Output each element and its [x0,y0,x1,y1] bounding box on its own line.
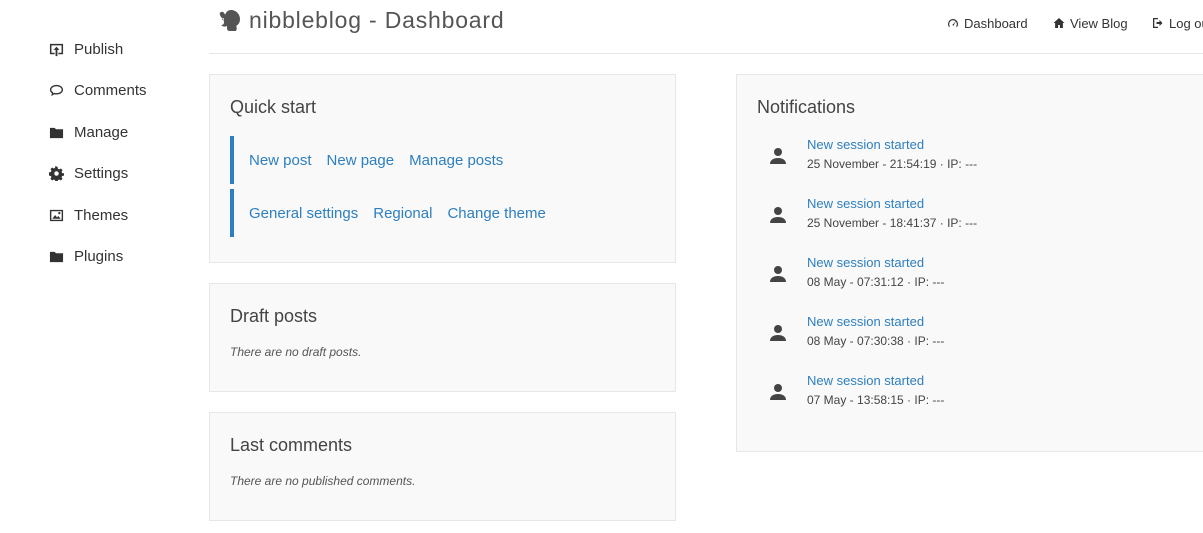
draft-posts-title: Draft posts [230,306,318,326]
quick-start-title: Quick start [230,97,317,117]
user-icon [767,145,789,167]
sidebar-item-comments[interactable]: Comments [48,78,147,102]
manage-posts-link[interactable]: Manage posts [409,152,503,169]
gear-icon [48,165,64,181]
page-title: nibbleblog - Dashboard [249,7,505,33]
nav-logout-label: Log ou [1169,15,1203,31]
home-icon [1053,18,1065,28]
notification-meta: 07 May - 13:58:15 · IP: --- [807,393,945,407]
notification-item: New session started 25 November - 21:54:… [757,137,1177,181]
nav-view-blog-label: View Blog [1070,15,1128,31]
notification-title-link[interactable]: New session started [807,314,924,329]
header: nibbleblog - Dashboard Dashboard View Bl… [209,0,1203,54]
last-comments-panel: Last comments There are no published com… [209,412,676,521]
user-icon [767,381,789,403]
notification-item: New session started 25 November - 18:41:… [757,196,1177,240]
squirrel-logo-icon [217,8,241,34]
notification-meta: 25 November - 21:54:19 · IP: --- [807,157,978,171]
change-theme-link[interactable]: Change theme [447,205,545,222]
gauge-icon [948,19,958,27]
sidebar-item-settings[interactable]: Settings [48,161,128,185]
sidebar-item-publish[interactable]: Publish [48,37,123,61]
new-post-link[interactable]: New post [249,152,312,169]
folder-icon [48,248,64,264]
quick-start-panel: Quick start New post New page Manage pos… [209,74,676,263]
user-icon [767,263,789,285]
publish-icon [48,41,64,57]
sidebar-item-plugins[interactable]: Plugins [48,244,123,268]
notification-title-link[interactable]: New session started [807,196,924,211]
sidebar-item-label: Plugins [74,247,124,265]
notification-title-link[interactable]: New session started [807,137,924,152]
draft-posts-panel: Draft posts There are no draft posts. [209,283,676,392]
nav-view-blog[interactable]: View Blog [1053,14,1128,32]
nav-dashboard[interactable]: Dashboard [947,14,1028,32]
notification-item: New session started 07 May - 13:58:15 · … [757,373,1177,417]
quick-start-row-settings: General settings Regional Change theme [230,189,561,237]
sidebar-item-label: Comments [74,81,147,99]
sidebar-item-themes[interactable]: Themes [48,203,128,227]
notification-meta: 08 May - 07:31:12 · IP: --- [807,275,945,289]
nav-logout[interactable]: Log ou [1152,14,1203,32]
notification-item: New session started 08 May - 07:30:38 · … [757,314,1177,358]
sidebar-item-label: Settings [74,164,129,182]
notifications-panel: Notifications New session started 25 Nov… [736,74,1203,452]
comment-icon [48,82,64,98]
last-comments-title: Last comments [230,435,353,455]
logout-icon [1153,18,1163,28]
notification-title-link[interactable]: New session started [807,255,924,270]
notification-title-link[interactable]: New session started [807,373,924,388]
new-page-link[interactable]: New page [327,152,395,169]
quick-start-row-content: New post New page Manage posts [230,136,518,184]
notifications-title: Notifications [757,97,856,117]
sidebar-item-manage[interactable]: Manage [48,120,128,144]
user-icon [767,204,789,226]
sidebar-item-label: Manage [74,123,129,141]
notification-meta: 08 May - 07:30:38 · IP: --- [807,334,945,348]
notification-item: New session started 08 May - 07:31:12 · … [757,255,1177,299]
last-comments-empty-text: There are no published comments. [230,474,416,488]
notification-meta: 25 November - 18:41:37 · IP: --- [807,216,978,230]
draft-posts-empty-text: There are no draft posts. [230,345,362,359]
sidebar-item-label: Themes [74,206,129,224]
image-icon [48,207,64,223]
sidebar-item-label: Publish [74,40,124,58]
nav-dashboard-label: Dashboard [964,15,1028,31]
general-settings-link[interactable]: General settings [249,205,358,222]
regional-link[interactable]: Regional [373,205,432,222]
folder-icon [48,124,64,140]
user-icon [767,322,789,344]
